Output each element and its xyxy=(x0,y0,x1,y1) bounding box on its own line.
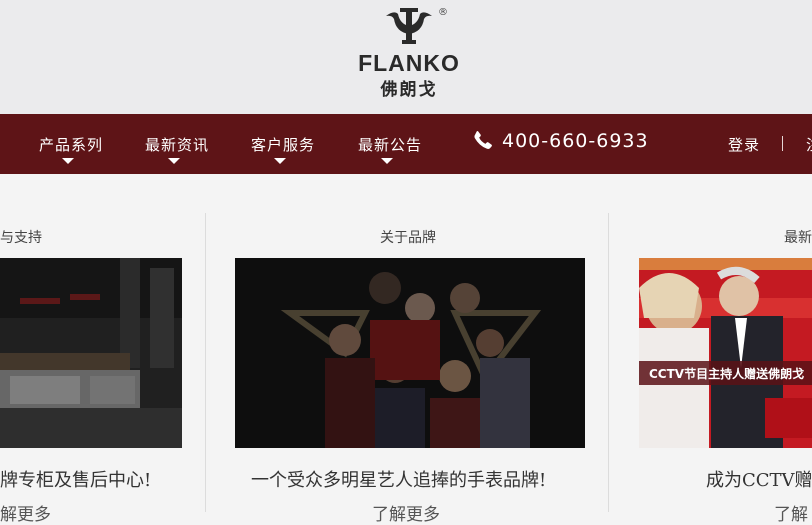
column-title-brand: 关于品牌 xyxy=(380,230,436,246)
column-title-latest: 最新 xyxy=(784,230,812,246)
main-nav: 产品系列 最新资讯 客户服务 最新公告 xyxy=(0,114,812,174)
caret-down-icon xyxy=(381,158,393,164)
celebrity-group-image[interactable] xyxy=(235,258,585,448)
brand-logo[interactable]: ® FLANKO 佛朗戈 xyxy=(346,6,472,102)
column-caption: 牌专柜及售后中心! xyxy=(0,470,152,491)
site-header: ® FLANKO 佛朗戈 xyxy=(0,0,812,114)
login-link[interactable]: 登录 xyxy=(728,134,760,155)
caret-down-icon xyxy=(168,158,180,164)
image-banner-text: CCTV节目主持人赠送佛朗戈 xyxy=(649,366,804,381)
cctv-photo: CCTV节目主持人赠送佛朗戈 xyxy=(639,258,812,448)
phone-icon xyxy=(474,130,492,149)
learn-more-link[interactable]: 了解 xyxy=(774,500,808,525)
nav-item-service[interactable]: 客户服务 xyxy=(251,114,314,174)
column-caption: 成为CCTV赠送 xyxy=(706,470,812,491)
nav-item-announcements[interactable]: 最新公告 xyxy=(358,114,421,174)
caret-down-icon xyxy=(274,158,286,164)
nav-item-products[interactable]: 产品系列 xyxy=(39,114,102,174)
store-photo xyxy=(0,258,182,448)
learn-more-link[interactable]: 了解更多 xyxy=(372,500,440,525)
column-divider xyxy=(205,213,206,512)
brand-name-en: FLANKO xyxy=(358,50,460,76)
learn-more-link[interactable]: 解更多 xyxy=(0,500,51,525)
nav-item-label: 最新公告 xyxy=(358,136,423,154)
hotline-number: 400-660-6933 xyxy=(502,130,649,152)
column-divider xyxy=(608,213,609,512)
column-caption: 一个受众多明星艺人追捧的手表品牌! xyxy=(251,470,547,491)
trident-logo-icon xyxy=(386,8,432,44)
celebrity-photo xyxy=(235,258,585,448)
register-link[interactable]: 注 xyxy=(806,134,812,155)
cctv-event-image[interactable]: CCTV节目主持人赠送佛朗戈 xyxy=(639,258,812,448)
column-title-support: 与支持 xyxy=(0,230,42,246)
nav-item-label: 产品系列 xyxy=(39,136,104,154)
registered-mark: ® xyxy=(438,7,448,18)
nav-item-label: 最新资讯 xyxy=(145,136,210,154)
nav-item-label: 客户服务 xyxy=(251,136,316,154)
nav-item-news[interactable]: 最新资讯 xyxy=(145,114,208,174)
hotline: 400-660-6933 xyxy=(472,129,649,152)
brand-name-cn: 佛朗戈 xyxy=(380,80,438,100)
caret-down-icon xyxy=(62,158,74,164)
nav-divider xyxy=(782,136,783,151)
store-counter-image[interactable] xyxy=(0,258,182,448)
